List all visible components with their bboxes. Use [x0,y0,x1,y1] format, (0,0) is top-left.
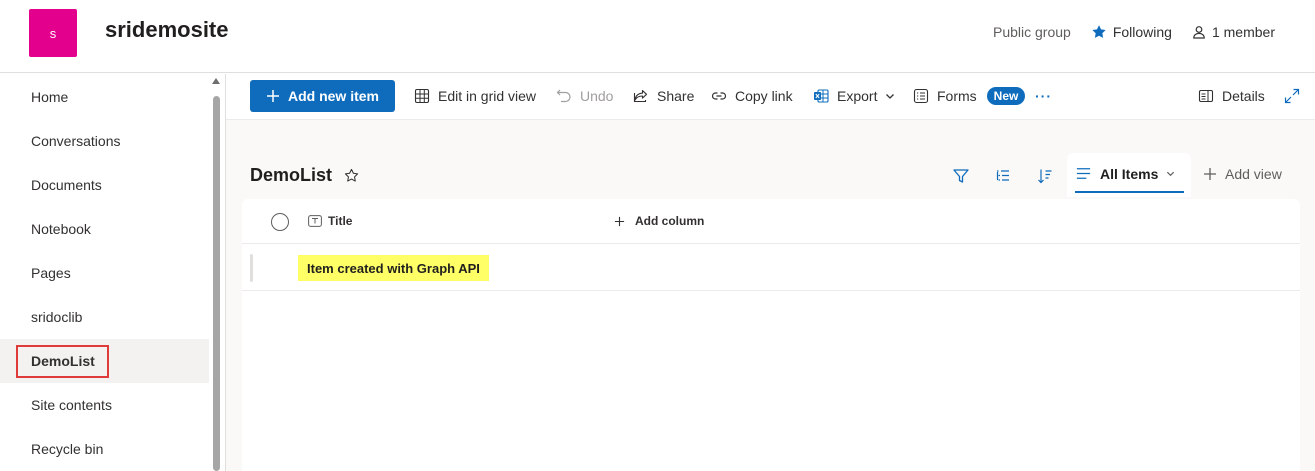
more-actions-button[interactable]: ··· [1035,80,1052,112]
column-title-label: Title [328,214,353,228]
nav-item-label: sridoclib [31,309,83,325]
new-badge: New [986,87,1026,105]
nav-item-sridoclib[interactable]: sridoclib [0,295,209,339]
export-button[interactable]: Export [813,80,895,112]
add-view-label: Add view [1225,166,1282,182]
text-field-icon [308,215,322,227]
members-button[interactable]: 1 member [1192,24,1275,40]
nav-scrollbar[interactable] [211,76,221,471]
nav-item-notebook[interactable]: Notebook [0,207,209,251]
star-filled-icon [1092,25,1106,38]
site-header-actions: Public group Following 1 member [993,24,1275,40]
favorite-star-icon[interactable] [344,168,359,183]
undo-button[interactable]: Undo [556,80,613,112]
table-row[interactable]: Item created with Graph API [242,245,1300,291]
nav-item-label: Conversations [31,133,121,149]
export-label: Export [837,88,878,104]
row-title-cell[interactable]: Item created with Graph API [298,255,489,281]
sort-icon[interactable] [1035,166,1055,186]
list-view-icon [1076,168,1091,179]
view-selector-all-items[interactable]: All Items [1067,153,1191,197]
highlight-annotation-box [16,345,109,378]
list-title: DemoList [250,165,333,185]
add-column-button[interactable]: Add column [614,214,704,228]
view-name: All Items [1100,165,1159,182]
site-logo[interactable]: s [29,9,77,57]
filter-icon[interactable] [951,166,971,186]
command-bar: Add new item Edit in grid view Undo Shar… [226,74,1315,120]
add-new-item-button[interactable]: Add new item [250,80,395,112]
undo-icon [556,89,571,103]
forms-label: Forms [937,88,977,104]
scroll-up-arrow-icon[interactable] [212,78,220,84]
chevron-down-icon [886,94,895,99]
copy-link-button[interactable]: Copy link [711,80,793,112]
nav-item-label: Notebook [31,221,91,237]
person-icon [1193,26,1205,39]
plus-icon [266,90,279,102]
share-icon [633,89,648,103]
details-button[interactable]: Details [1198,80,1265,112]
nav-item-label: Pages [31,265,71,281]
site-logo-letter: s [49,25,57,41]
edit-grid-view-button[interactable]: Edit in grid view [414,80,536,112]
site-header: s sridemosite Public group Following 1 m… [0,0,1315,73]
chevron-down-icon [1167,171,1175,177]
add-new-item-label: Add new item [287,88,379,104]
selected-view-indicator [1075,191,1184,193]
members-label: 1 member [1211,24,1275,40]
details-pane-icon [1198,89,1214,103]
nav-item-recycle-bin[interactable]: Recycle bin [0,427,209,471]
expand-button[interactable] [1284,80,1300,112]
link-icon [711,92,727,100]
copy-link-label: Copy link [735,88,793,104]
row-selection-bar[interactable] [250,254,253,282]
add-view-button[interactable]: Add view [1203,166,1282,182]
main-content: Add new item Edit in grid view Undo Shar… [225,74,1315,471]
scrollbar-thumb[interactable] [213,96,220,471]
list-header: DemoList [250,165,359,186]
nav-item-label: Recycle bin [31,441,104,457]
plus-icon [1204,168,1216,180]
nav-item-site-contents[interactable]: Site contents [0,383,209,427]
share-button[interactable]: Share [633,80,694,112]
nav-item-label: Documents [31,177,102,193]
nav-item-conversations[interactable]: Conversations [0,119,209,163]
group-type-label: Public group [993,24,1071,40]
following-label: Following [1112,24,1172,40]
grid-header-row: Title Add column [242,199,1300,244]
left-navigation: Home Conversations Documents Notebook Pa… [0,74,224,471]
forms-button[interactable]: Forms New [913,80,1026,112]
following-button[interactable]: Following [1091,24,1172,40]
edit-grid-view-label: Edit in grid view [438,88,537,104]
nav-item-pages[interactable]: Pages [0,251,209,295]
nav-item-label: Site contents [31,397,112,413]
site-title[interactable]: sridemosite [105,17,229,43]
nav-item-home[interactable]: Home [0,75,209,119]
nav-item-documents[interactable]: Documents [0,163,209,207]
expand-icon [1284,88,1300,104]
share-label: Share [657,88,695,104]
list-grid: Title Add column Item created with Graph… [242,199,1300,471]
nav-item-label: Home [31,89,69,105]
add-column-label: Add column [635,214,705,228]
grid-icon [414,88,430,104]
undo-label: Undo [580,88,614,104]
details-label: Details [1222,88,1265,104]
column-header-title[interactable]: Title [308,214,352,228]
plus-icon [614,216,625,226]
forms-icon [913,88,929,104]
select-all-checkbox[interactable] [271,213,289,231]
excel-icon [814,89,829,103]
group-by-icon[interactable] [993,166,1013,186]
